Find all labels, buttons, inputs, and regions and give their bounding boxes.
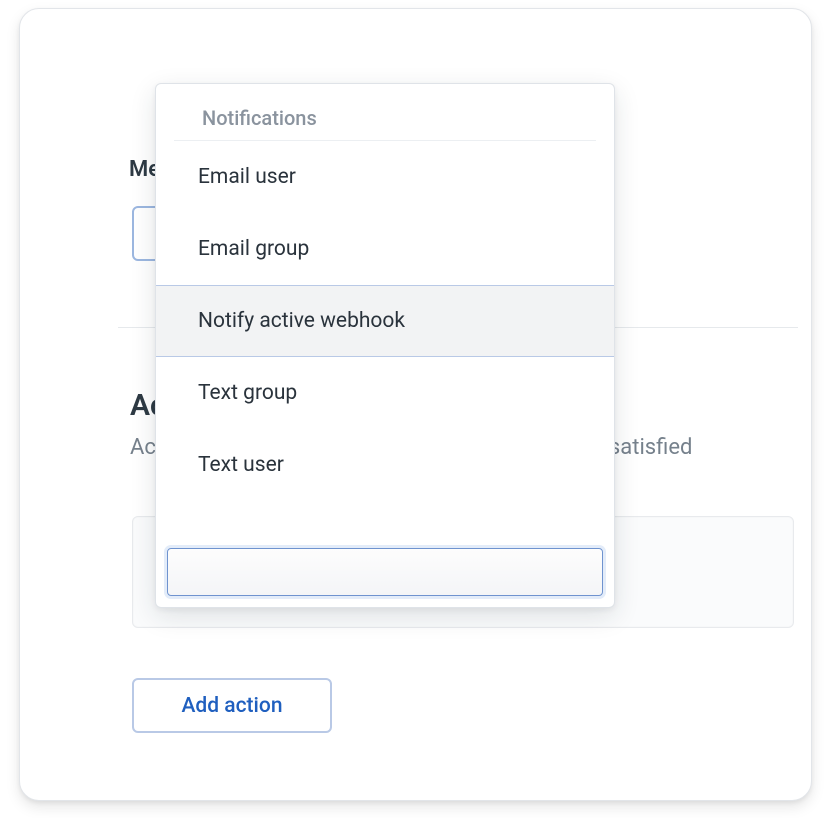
app-frame: Me Ac Ac e satisfied Add action Notifica…: [19, 8, 812, 801]
dropdown-item-label: Text user: [198, 453, 284, 477]
dropdown-search-input[interactable]: [167, 548, 603, 596]
notifications-dropdown: Notifications Email user Email group Not…: [155, 83, 615, 608]
dropdown-item-label: Notify active webhook: [198, 309, 405, 333]
dropdown-input-container: [156, 548, 614, 607]
dropdown-item-label: Email group: [198, 237, 309, 261]
dropdown-item-text-user[interactable]: Text user: [156, 429, 614, 501]
dropdown-item-text-group[interactable]: Text group: [156, 357, 614, 429]
dropdown-list: Email user Email group Notify active web…: [156, 141, 614, 548]
add-action-label: Add action: [181, 694, 282, 718]
dropdown-item-email-group[interactable]: Email group: [156, 213, 614, 285]
dropdown-item-email-user[interactable]: Email user: [156, 141, 614, 213]
add-action-button[interactable]: Add action: [132, 678, 332, 733]
dropdown-item-label: Email user: [198, 165, 296, 189]
dropdown-item-label: Text group: [198, 381, 297, 405]
actions-description-prefix: Ac: [130, 435, 156, 460]
dropdown-header: Notifications: [174, 84, 596, 141]
dropdown-item-notify-webhook[interactable]: Notify active webhook: [156, 285, 614, 357]
